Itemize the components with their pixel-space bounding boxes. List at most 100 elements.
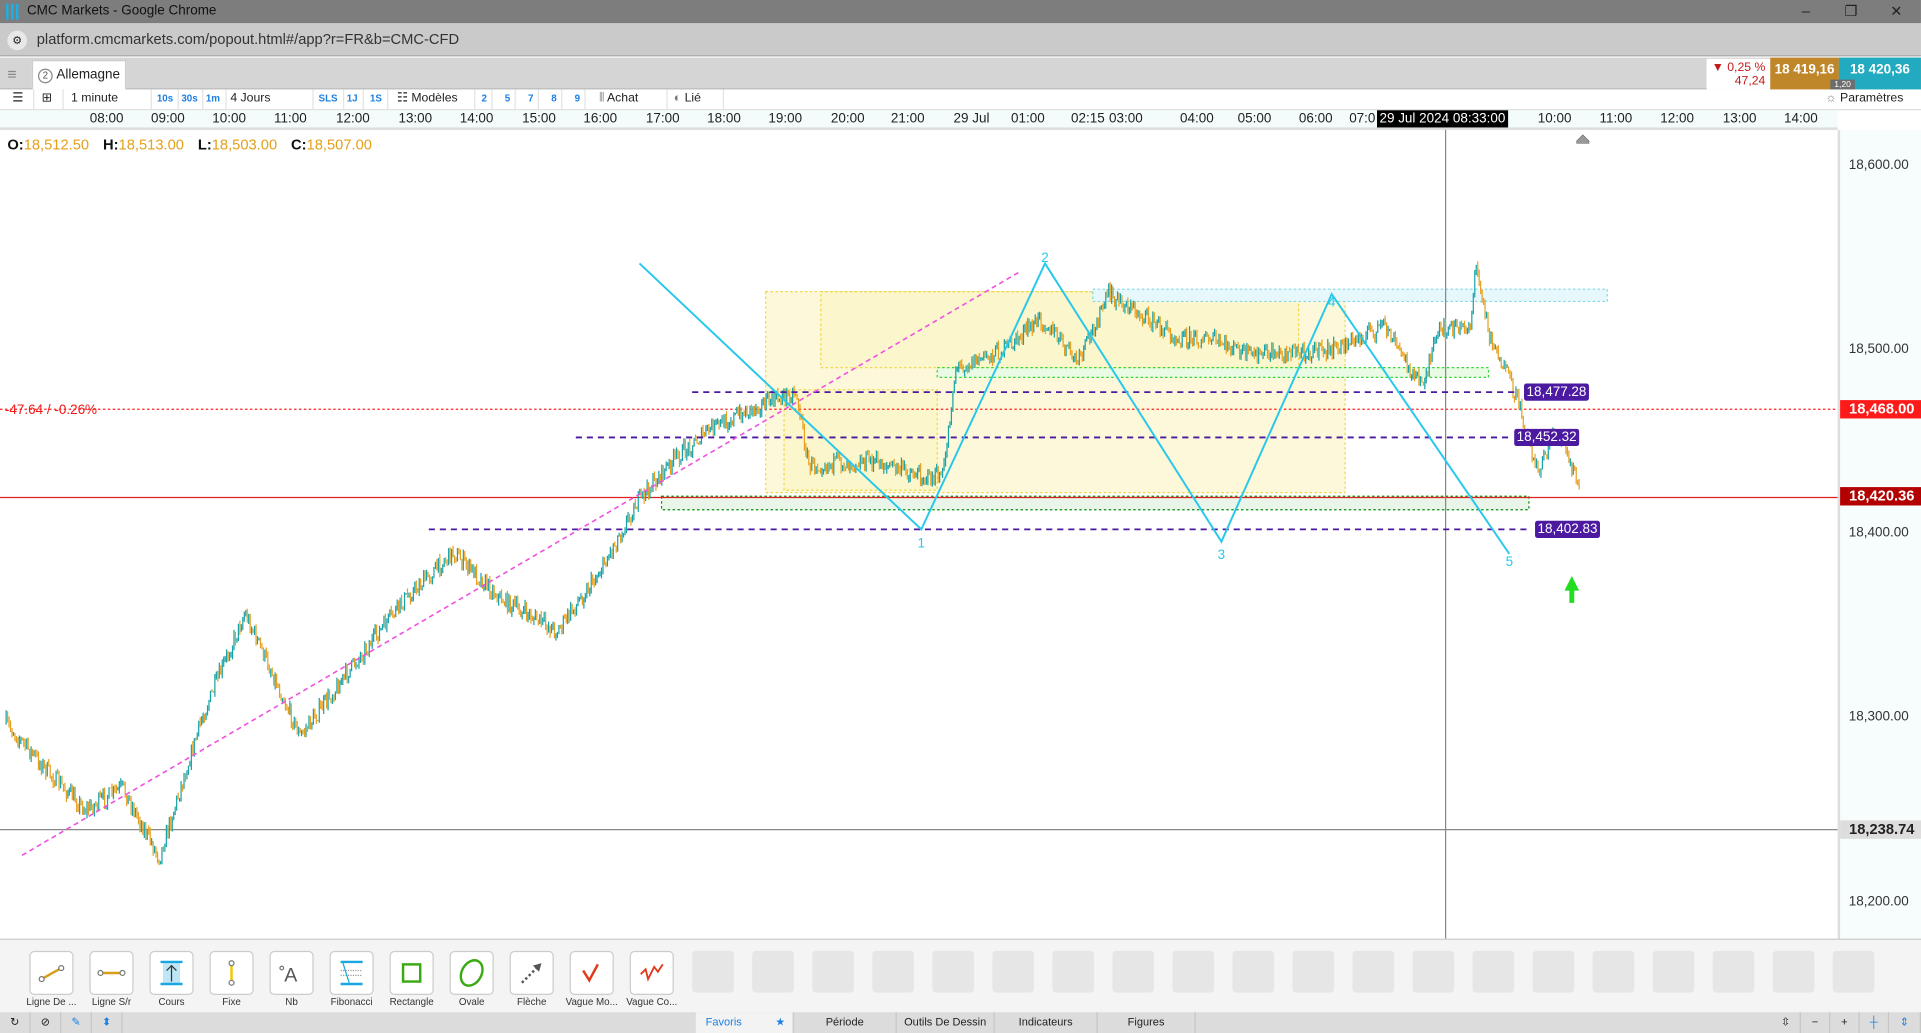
tool-price-button[interactable] bbox=[149, 950, 194, 996]
clear-icon[interactable]: ⊘ bbox=[31, 1012, 62, 1033]
minimize-button[interactable]: – bbox=[1784, 0, 1828, 23]
time-tick: 03:00 bbox=[1109, 111, 1143, 127]
empty-tool-slot[interactable] bbox=[1652, 950, 1695, 993]
settings-button[interactable]: ☼ Paramètres bbox=[1825, 89, 1903, 109]
quick-1m[interactable]: 1m bbox=[201, 89, 227, 111]
empty-tool-slot[interactable] bbox=[932, 950, 974, 993]
linked-label: Lié bbox=[684, 91, 701, 106]
level-tag: 18,402.83 bbox=[1535, 520, 1600, 538]
empty-tool-slot[interactable] bbox=[1052, 950, 1095, 993]
tool-text-button[interactable]: A bbox=[269, 950, 314, 996]
quick-1j[interactable]: 1J bbox=[342, 89, 364, 111]
instrument-tab[interactable]: 2Allemagne 40 ⚲ bbox=[31, 60, 127, 109]
price-axis[interactable]: 18,600.00 18,500.00 18,400.00 18,300.00 … bbox=[1837, 129, 1921, 939]
empty-tool-slot[interactable] bbox=[752, 950, 794, 993]
star-icon: ★ bbox=[775, 1015, 786, 1029]
fit-icon[interactable]: ⇳ bbox=[1771, 1012, 1801, 1033]
empty-tool-slot[interactable] bbox=[1352, 950, 1395, 993]
menu-icon[interactable]: ≡ bbox=[7, 65, 16, 83]
interval-select[interactable]: 1 minute bbox=[66, 89, 152, 111]
window-title-bar: CMC Markets - Google Chrome – ❐ ✕ bbox=[0, 0, 1921, 24]
tool-arrow-button[interactable] bbox=[509, 950, 554, 996]
empty-tool-slot[interactable] bbox=[1292, 950, 1335, 993]
quick-1s[interactable]: 1S bbox=[365, 89, 389, 111]
tool-fibonacci-button[interactable] bbox=[329, 950, 374, 996]
tool-label: Cours bbox=[158, 996, 185, 1008]
models-button[interactable]: ☷ Modèles bbox=[392, 89, 476, 111]
tool-wave-mo-button[interactable] bbox=[569, 950, 614, 996]
tool-trend-line-button[interactable] bbox=[29, 950, 74, 996]
preset-8[interactable]: 8 bbox=[546, 89, 563, 111]
zoom-out-button[interactable]: − bbox=[1801, 1012, 1831, 1033]
empty-tool-slot[interactable] bbox=[692, 950, 734, 993]
candles bbox=[5, 261, 1580, 866]
empty-tool-slot[interactable] bbox=[1772, 950, 1815, 993]
trade-button[interactable]: ⫴ Achat bbox=[594, 89, 668, 111]
price-chart[interactable]: 1 2 3 4 5 bbox=[0, 0, 1921, 1033]
preset-7[interactable]: 7 bbox=[523, 89, 540, 111]
close-button[interactable]: ✕ bbox=[1874, 0, 1918, 23]
empty-tool-slot[interactable] bbox=[1472, 950, 1515, 993]
tab-indicators[interactable]: Indicateurs bbox=[995, 1012, 1098, 1033]
preset-2[interactable]: 2 bbox=[477, 89, 494, 111]
crosshair-icon[interactable]: ┼ bbox=[1860, 1012, 1890, 1033]
empty-tool-slot[interactable] bbox=[1592, 950, 1635, 993]
quick-10s[interactable]: 10s bbox=[152, 89, 180, 111]
expand-icon[interactable]: ⇕ bbox=[1889, 1012, 1921, 1033]
empty-tool-slot[interactable] bbox=[812, 950, 854, 993]
range-select[interactable]: 4 Jours bbox=[225, 89, 314, 111]
pencil-icon[interactable]: ✎ bbox=[61, 1012, 92, 1033]
tab-favorites[interactable]: Favoris ★ bbox=[695, 1012, 794, 1033]
rectangle-icon bbox=[401, 963, 422, 983]
empty-tool-slot[interactable] bbox=[1532, 950, 1575, 993]
empty-tool-slot[interactable] bbox=[1112, 950, 1155, 993]
refresh-icon[interactable]: ↻ bbox=[0, 1012, 31, 1033]
list-icon[interactable]: ☰ bbox=[7, 89, 35, 111]
tool-rectangle-button[interactable] bbox=[389, 950, 434, 996]
sort-icon[interactable]: ⬍ bbox=[92, 1012, 123, 1033]
quick-sls[interactable]: SLS bbox=[314, 89, 344, 111]
tool-fixed-button[interactable] bbox=[209, 950, 254, 996]
tool-label: Vague Mo... bbox=[565, 996, 618, 1008]
tool-label: Rectangle bbox=[389, 996, 434, 1008]
restore-button[interactable]: ❐ bbox=[1829, 0, 1873, 23]
tab-drawing-tools[interactable]: Outils De Dessin bbox=[897, 1012, 995, 1033]
time-tick: 20:00 bbox=[830, 111, 865, 127]
time-tick: 10:00 bbox=[212, 111, 246, 127]
tool-support-line-button[interactable] bbox=[89, 950, 134, 996]
sell-price-button[interactable]: 18 419,16 bbox=[1770, 57, 1839, 90]
preset-9[interactable]: 9 bbox=[570, 89, 587, 111]
url-field[interactable]: platform.cmcmarkets.com/popout.html#/app… bbox=[37, 31, 459, 48]
empty-tool-slot[interactable] bbox=[1412, 950, 1455, 993]
yellow-zone-rect bbox=[783, 389, 938, 491]
tab-period[interactable]: Période bbox=[794, 1012, 897, 1033]
empty-tool-slot[interactable] bbox=[872, 950, 914, 993]
empty-tool-slot[interactable] bbox=[1832, 950, 1875, 993]
empty-tool-slot[interactable] bbox=[1172, 950, 1215, 993]
trend-line bbox=[21, 271, 1020, 857]
time-tick: 12:00 bbox=[1660, 111, 1695, 127]
preset-5[interactable]: 5 bbox=[500, 89, 517, 111]
up-arrow-icon bbox=[1564, 575, 1580, 603]
support-line-icon bbox=[97, 969, 126, 977]
empty-tool-slot[interactable] bbox=[1232, 950, 1275, 993]
site-info-icon[interactable]: ⚙ bbox=[7, 30, 27, 51]
price-icon bbox=[160, 960, 183, 986]
close-value: 18,507.00 bbox=[306, 136, 372, 154]
layout-icon[interactable]: ⊞ bbox=[37, 89, 64, 111]
zoom-in-button[interactable]: + bbox=[1830, 1012, 1860, 1033]
price-tick: 18,300.00 bbox=[1848, 709, 1909, 725]
time-tick: 06:00 bbox=[1298, 111, 1333, 127]
linked-button[interactable]: ◐ Lié bbox=[669, 89, 725, 111]
yellow-zone-rect bbox=[765, 291, 1346, 494]
time-tick: 11:00 bbox=[1599, 111, 1633, 127]
tab-figures[interactable]: Figures bbox=[1098, 1012, 1196, 1033]
level-tag: 18,477.28 bbox=[1524, 383, 1589, 401]
tool-wave-co-button[interactable] bbox=[629, 950, 674, 996]
time-tick: 11:00 bbox=[273, 111, 307, 127]
quick-30s[interactable]: 30s bbox=[176, 89, 204, 111]
empty-tool-slot[interactable] bbox=[992, 950, 1034, 993]
tool-oval-button[interactable] bbox=[449, 950, 494, 996]
empty-tool-slot[interactable] bbox=[1712, 950, 1755, 993]
gear-icon: ☼ bbox=[1825, 91, 1841, 106]
